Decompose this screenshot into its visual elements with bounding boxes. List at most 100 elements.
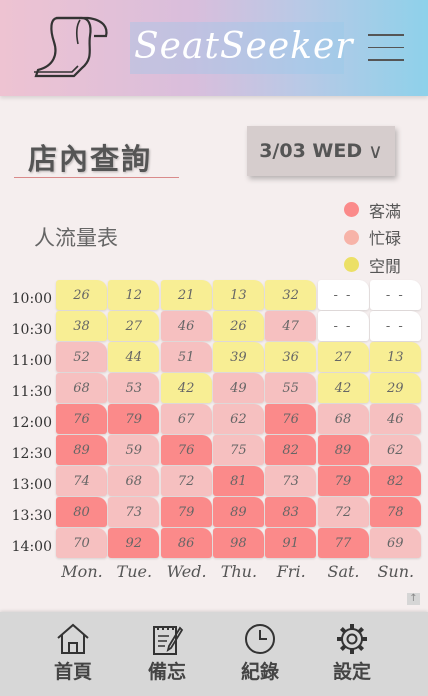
- day-label: Sun.: [377, 562, 415, 581]
- nav-label: 設定: [332, 661, 371, 683]
- nav-label: 首頁: [53, 661, 92, 683]
- date-label: 3/03 WED: [259, 140, 363, 162]
- traffic-cell[interactable]: 62: [369, 435, 421, 465]
- traffic-cell[interactable]: 52: [56, 342, 107, 372]
- menu-button[interactable]: [368, 34, 404, 64]
- traffic-cell[interactable]: 78: [369, 497, 421, 527]
- traffic-cell[interactable]: 42: [317, 373, 369, 403]
- menu-line: [368, 59, 404, 61]
- traffic-cell[interactable]: 69: [369, 528, 421, 558]
- home-icon: [57, 623, 89, 654]
- traffic-cell[interactable]: 83: [265, 497, 317, 527]
- traffic-cell[interactable]: 73: [108, 497, 160, 527]
- menu-line: [368, 46, 404, 48]
- traffic-cell[interactable]: - -: [369, 280, 421, 310]
- traffic-cell[interactable]: 79: [160, 497, 212, 527]
- traffic-cell[interactable]: 82: [265, 435, 317, 465]
- traffic-cell[interactable]: 70: [56, 528, 107, 558]
- traffic-cell[interactable]: 68: [56, 373, 107, 403]
- legend-dot: [344, 257, 359, 273]
- traffic-cell[interactable]: 73: [265, 466, 317, 496]
- traffic-cell[interactable]: 76: [56, 404, 107, 434]
- traffic-cell[interactable]: 76: [160, 435, 212, 465]
- traffic-cell[interactable]: 55: [265, 373, 317, 403]
- traffic-cell[interactable]: 49: [212, 373, 264, 403]
- day-label: Mon.: [61, 562, 103, 581]
- legend-label: 空閒: [369, 256, 402, 276]
- traffic-cell[interactable]: 36: [265, 342, 317, 372]
- legend-label: 客滿: [369, 201, 402, 221]
- traffic-cell[interactable]: 92: [108, 528, 160, 558]
- traffic-table-title: 人流量表: [34, 226, 118, 250]
- legend-dot: [344, 202, 359, 218]
- traffic-cell[interactable]: 98: [212, 528, 264, 558]
- traffic-cell[interactable]: 51: [160, 342, 212, 372]
- traffic-cell[interactable]: 89: [212, 497, 264, 527]
- traffic-cell[interactable]: 26: [56, 280, 107, 310]
- traffic-cell[interactable]: 75: [212, 435, 264, 465]
- traffic-cell[interactable]: - -: [317, 280, 369, 310]
- scroll-top-button[interactable]: ↑: [407, 593, 420, 605]
- time-label: 12:00: [11, 414, 52, 431]
- traffic-cell[interactable]: 38: [56, 311, 107, 341]
- seat-logo-icon: [34, 16, 108, 78]
- brand-text: SeatSeeker: [134, 26, 354, 67]
- traffic-cell[interactable]: 27: [317, 342, 369, 372]
- traffic-cell[interactable]: 79: [108, 404, 160, 434]
- traffic-cell[interactable]: 46: [369, 404, 421, 434]
- traffic-cell[interactable]: 81: [212, 466, 264, 496]
- traffic-cell[interactable]: - -: [369, 311, 421, 341]
- traffic-cell[interactable]: 80: [56, 497, 107, 527]
- traffic-cell[interactable]: 27: [108, 311, 160, 341]
- time-label: 11:00: [11, 352, 52, 369]
- traffic-cell[interactable]: 44: [108, 342, 160, 372]
- traffic-cell[interactable]: 72: [317, 497, 369, 527]
- nav-item-history[interactable]: 紀錄: [230, 622, 290, 684]
- traffic-cell[interactable]: 74: [56, 466, 107, 496]
- time-label: 11:30: [11, 383, 52, 400]
- time-label: 12:30: [11, 445, 52, 462]
- gear-icon: [337, 624, 367, 654]
- time-label: 13:30: [11, 507, 52, 524]
- traffic-cell[interactable]: 26: [212, 311, 264, 341]
- date-select-button[interactable]: 3/03 WED ∨: [247, 126, 395, 176]
- traffic-cell[interactable]: 13: [212, 280, 264, 310]
- traffic-cell[interactable]: 68: [317, 404, 369, 434]
- traffic-cell[interactable]: 29: [369, 373, 421, 403]
- nav-item-settings[interactable]: 設定: [322, 622, 382, 684]
- day-row: Mon. Tue. Wed. Thu. Fri. Sat. Sun.: [56, 562, 420, 586]
- traffic-cell[interactable]: - -: [317, 311, 369, 341]
- nav-item-home[interactable]: 首頁: [43, 622, 103, 684]
- traffic-cell[interactable]: 39: [212, 342, 264, 372]
- traffic-cell[interactable]: 89: [56, 435, 107, 465]
- day-label: Tue.: [116, 562, 153, 581]
- traffic-cell[interactable]: 47: [265, 311, 317, 341]
- traffic-cell[interactable]: 42: [160, 373, 212, 403]
- nav-item-memo[interactable]: 備忘: [137, 622, 197, 684]
- traffic-cell[interactable]: 62: [212, 404, 264, 434]
- traffic-cell[interactable]: 32: [265, 280, 317, 310]
- nav-label: 紀錄: [240, 661, 279, 683]
- traffic-cell[interactable]: 46: [160, 311, 212, 341]
- legend-item-full: 客滿: [344, 196, 401, 224]
- traffic-cell[interactable]: 12: [108, 280, 160, 310]
- traffic-cell[interactable]: 72: [160, 466, 212, 496]
- app-header: SeatSeeker: [0, 0, 428, 96]
- traffic-cell[interactable]: 76: [265, 404, 317, 434]
- traffic-cell[interactable]: 89: [317, 435, 369, 465]
- traffic-cell[interactable]: 79: [317, 466, 369, 496]
- traffic-cell[interactable]: 53: [108, 373, 160, 403]
- time-label: 13:00: [11, 476, 52, 493]
- traffic-cell[interactable]: 67: [160, 404, 212, 434]
- title-underline: [14, 177, 179, 178]
- traffic-cell[interactable]: 59: [108, 435, 160, 465]
- traffic-cell[interactable]: 21: [160, 280, 212, 310]
- traffic-cell[interactable]: 91: [265, 528, 317, 558]
- traffic-cell[interactable]: 13: [369, 342, 421, 372]
- time-label: 10:00: [11, 290, 52, 307]
- time-label: 10:30: [11, 321, 52, 338]
- traffic-cell[interactable]: 68: [108, 466, 160, 496]
- traffic-cell[interactable]: 82: [369, 466, 421, 496]
- traffic-cell[interactable]: 86: [160, 528, 212, 558]
- traffic-cell[interactable]: 77: [317, 528, 369, 558]
